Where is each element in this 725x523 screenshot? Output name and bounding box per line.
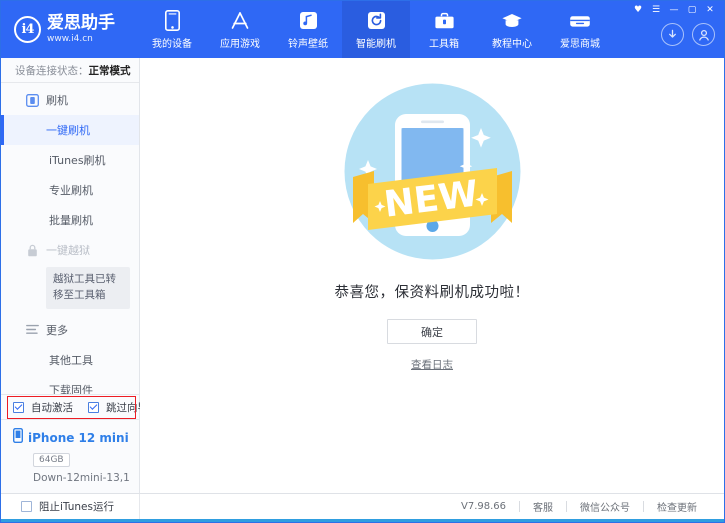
menu-button[interactable]: ☰ <box>648 4 664 17</box>
view-log-link[interactable]: 查看日志 <box>411 357 453 372</box>
lock-icon <box>26 244 39 257</box>
nav-label: 应用游戏 <box>220 35 260 50</box>
sidebar-menu: 刷机 一键刷机 iTunes刷机 专业刷机 批量刷机 <box>1 83 139 394</box>
confirm-button[interactable]: 确定 <box>387 319 477 344</box>
nav-item-apps-games[interactable]: 应用游戏 <box>206 1 274 58</box>
auto-activate-checkbox[interactable] <box>13 402 24 413</box>
nav-label: 工具箱 <box>429 35 459 50</box>
sidebar-item-itunes-flash[interactable]: iTunes刷机 <box>1 145 139 175</box>
connected-device-info[interactable]: iPhone 12 mini 64GB Down-12mini-13,1 <box>1 419 139 493</box>
device-model: Down-12mini-13,1 <box>33 472 139 484</box>
app-logo: i4 爱思助手 www.i4.cn <box>1 15 131 44</box>
jailbreak-moved-tooltip: 越狱工具已转移至工具箱 <box>46 267 130 309</box>
nav-item-tutorial-center[interactable]: 教程中心 <box>478 1 546 58</box>
main-navigation: 我的设备 应用游戏 铃声壁纸 智能刷机 <box>138 1 614 58</box>
sidebar-item-label: 其他工具 <box>49 352 93 368</box>
sidebar-item-label: 一键刷机 <box>46 122 90 138</box>
header-actions <box>661 23 715 46</box>
maximize-button[interactable]: ▢ <box>684 4 700 17</box>
sidebar-group-flash: 刷机 <box>1 85 139 115</box>
graduation-icon <box>501 10 523 32</box>
close-button[interactable]: ✕ <box>702 4 718 17</box>
phone-icon <box>161 10 183 32</box>
auto-activate-label: 自动激活 <box>31 400 73 415</box>
sidebar-group-label: 刷机 <box>46 92 68 108</box>
nav-item-smart-flash[interactable]: 智能刷机 <box>342 1 410 58</box>
sidebar-item-label: iTunes刷机 <box>49 152 106 168</box>
sidebar-group-jailbreak: 一键越狱 <box>1 235 139 265</box>
nav-item-my-device[interactable]: 我的设备 <box>138 1 206 58</box>
status-bar-links: V7.98.66 客服 微信公众号 检查更新 <box>140 499 724 514</box>
connection-status: 设备连接状态： 正常模式 <box>1 58 139 83</box>
wechat-official-link[interactable]: 微信公众号 <box>567 499 643 514</box>
phone-icon <box>13 428 23 447</box>
device-name: iPhone 12 mini <box>28 431 129 445</box>
skip-wizard-checkbox[interactable] <box>88 402 99 413</box>
list-icon <box>26 323 39 336</box>
nav-item-toolbox[interactable]: 工具箱 <box>410 1 478 58</box>
main-content: NEW 恭喜您，保资料刷机成功啦！ 确定 查看日志 <box>140 58 724 493</box>
block-itunes-option: 阻止iTunes运行 <box>1 494 140 519</box>
nav-label: 智能刷机 <box>356 35 396 50</box>
app-header: i4 爱思助手 www.i4.cn 我的设备 应用游戏 <box>1 1 724 58</box>
block-itunes-label: 阻止iTunes运行 <box>39 499 114 514</box>
minimize-button[interactable]: — <box>666 4 682 17</box>
sidebar-item-label: 批量刷机 <box>49 212 93 228</box>
nav-label: 爱思商城 <box>560 35 600 50</box>
sidebar-item-batch-flash[interactable]: 批量刷机 <box>1 205 139 235</box>
shop-icon <box>569 10 591 32</box>
sidebar-bottom: 自动激活 跳过向导 iPhone 12 mini 64GB Down-12min… <box>1 394 139 493</box>
user-account-icon[interactable] <box>692 23 715 46</box>
new-badge-phone-illustration: NEW <box>341 80 524 267</box>
toolbox-icon <box>433 10 455 32</box>
sidebar-item-other-tools[interactable]: 其他工具 <box>1 345 139 375</box>
nav-item-ringtone-wallpaper[interactable]: 铃声壁纸 <box>274 1 342 58</box>
nav-label: 教程中心 <box>492 35 532 50</box>
block-itunes-checkbox[interactable] <box>21 501 32 512</box>
sidebar-item-pro-flash[interactable]: 专业刷机 <box>1 175 139 205</box>
refresh-icon <box>365 10 387 32</box>
app-body: 设备连接状态： 正常模式 刷机 一键刷机 iTunes刷机 <box>1 58 724 493</box>
flash-options-row: 自动激活 跳过向导 <box>1 394 139 419</box>
sidebar-group-label: 一键越狱 <box>46 242 90 258</box>
device-capacity-badge: 64GB <box>33 453 70 467</box>
i4-assistant-window: i4 爱思助手 www.i4.cn 我的设备 应用游戏 <box>0 0 725 523</box>
nav-label: 我的设备 <box>152 35 192 50</box>
sidebar-group-more: 更多 <box>1 315 139 345</box>
connection-status-value: 正常模式 <box>89 63 131 78</box>
connection-status-label: 设备连接状态： <box>15 63 89 78</box>
nav-label: 铃声壁纸 <box>288 35 328 50</box>
sidebar-item-one-key-flash[interactable]: 一键刷机 <box>1 115 139 145</box>
i4-logo-icon: i4 <box>14 16 41 43</box>
sidebar: 设备连接状态： 正常模式 刷机 一键刷机 iTunes刷机 <box>1 58 140 493</box>
flash-device-icon <box>26 94 39 107</box>
check-update-link[interactable]: 检查更新 <box>644 499 710 514</box>
sidebar-item-download-firmware[interactable]: 下载固件 <box>1 375 139 395</box>
version-label: V7.98.66 <box>448 501 519 512</box>
sidebar-item-label: 专业刷机 <box>49 182 93 198</box>
logo-brand-name: 爱思助手 <box>47 15 115 32</box>
bottom-accent-bar <box>1 519 724 522</box>
download-icon[interactable] <box>661 23 684 46</box>
customer-service-link[interactable]: 客服 <box>520 499 566 514</box>
sidebar-group-label: 更多 <box>46 322 68 338</box>
favorite-button[interactable]: ♥ <box>630 4 646 17</box>
sidebar-item-label: 下载固件 <box>49 382 93 395</box>
window-controls: ♥ ☰ — ▢ ✕ <box>630 4 718 17</box>
logo-url: www.i4.cn <box>47 35 115 44</box>
music-icon <box>297 10 319 32</box>
success-message: 恭喜您，保资料刷机成功啦！ <box>335 281 530 302</box>
appstore-icon <box>229 10 251 32</box>
nav-item-shop[interactable]: 爱思商城 <box>546 1 614 58</box>
status-bar: 阻止iTunes运行 V7.98.66 客服 微信公众号 检查更新 <box>1 493 724 519</box>
